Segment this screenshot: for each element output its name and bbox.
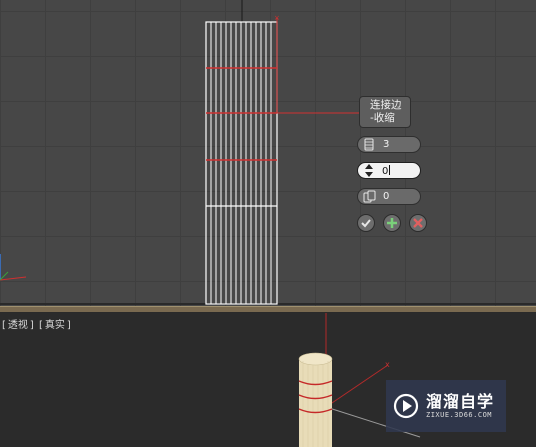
caddy-title-line2: -收缩: [370, 112, 395, 124]
segments-icon: [362, 137, 376, 152]
slide-value[interactable]: 0: [383, 191, 389, 202]
cancel-button[interactable]: [409, 214, 427, 232]
axis-tripod-icon: [0, 254, 27, 281]
svg-text:×: ×: [274, 14, 280, 22]
slide-field[interactable]: 0: [357, 188, 421, 205]
front-viewport[interactable]: × 连接边 -收缩 3 0 0: [0, 0, 536, 306]
pinch-icon: [362, 163, 376, 178]
pinch-field[interactable]: 0: [357, 162, 421, 179]
watermark-url: ZIXUE.3D66.COM: [426, 410, 493, 419]
segments-field[interactable]: 3: [357, 136, 421, 153]
cylinder-shaded[interactable]: [298, 352, 333, 447]
watermark: 溜溜自学 ZIXUE.3D66.COM: [386, 380, 506, 432]
viewport-divider[interactable]: [0, 306, 536, 313]
play-logo-icon: [392, 392, 420, 420]
slide-icon: [362, 189, 376, 204]
caddy-title-line1: 连接边: [370, 99, 402, 111]
svg-text:x: x: [385, 360, 390, 369]
ok-button[interactable]: [357, 214, 375, 232]
connect-edges-caddy-title: 连接边 -收缩: [359, 96, 411, 128]
segments-value[interactable]: 3: [383, 139, 389, 150]
checkmark-icon: [360, 214, 372, 233]
plus-icon: [386, 214, 398, 233]
pinch-value[interactable]: 0: [382, 165, 390, 177]
cylinder-wireframe[interactable]: ×: [205, 14, 360, 305]
close-icon: [412, 214, 424, 233]
apply-button[interactable]: [383, 214, 401, 232]
watermark-title: 溜溜自学: [426, 391, 495, 411]
